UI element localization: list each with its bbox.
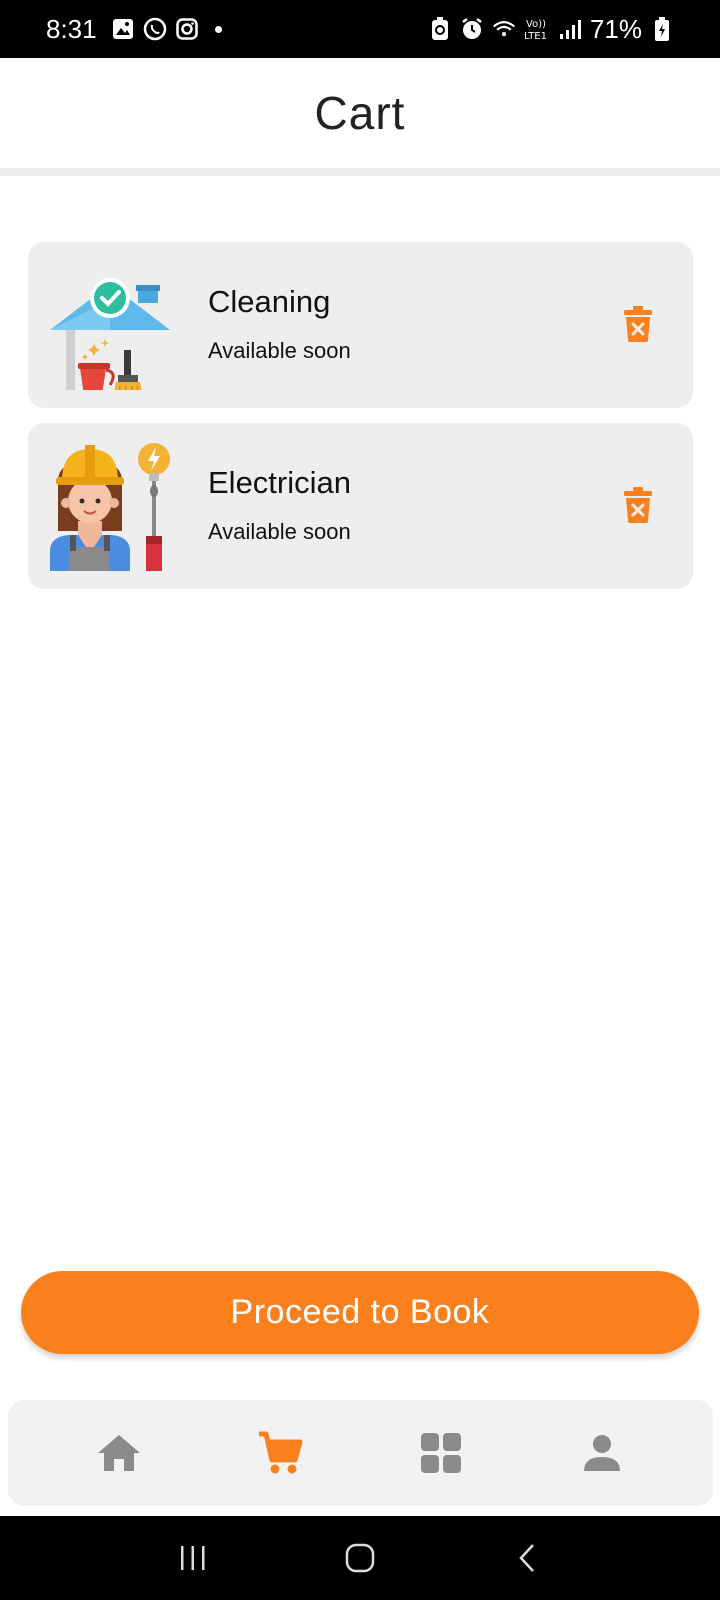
cart-item-electrician[interactable]: Electrician Available soon [28, 423, 693, 589]
nav-services[interactable] [411, 1423, 471, 1483]
cart-icon [258, 1431, 303, 1474]
proceed-to-book-button[interactable]: Proceed to Book [21, 1271, 699, 1354]
page-title: Cart [314, 87, 406, 139]
cleaning-illustration-icon [48, 260, 178, 402]
notification-dot-icon [214, 25, 222, 33]
electrician-illustration-icon [48, 441, 178, 574]
cart-item-title: Cleaning [208, 284, 331, 319]
instagram-icon [175, 17, 199, 41]
system-nav-bar [0, 1516, 720, 1600]
cart-list: Cleaning Available soon Electrician Avai… [28, 242, 693, 604]
trash-icon [624, 306, 652, 342]
status-bar: 8:31 Vo)) LTE1 71% [0, 0, 720, 58]
svg-text:LTE1: LTE1 [524, 31, 547, 41]
delete-cleaning-button[interactable] [623, 306, 653, 342]
back-icon [518, 1544, 534, 1572]
header-divider [0, 168, 720, 176]
signal-icon [558, 17, 582, 41]
battery-saver-icon [428, 17, 452, 41]
page-header: Cart [0, 58, 720, 168]
status-time: 8:31 [46, 13, 97, 44]
trash-icon [624, 487, 652, 523]
volte-icon: Vo)) LTE1 [524, 17, 550, 41]
wifi-icon [492, 17, 516, 41]
delete-electrician-button[interactable] [623, 487, 653, 523]
battery-percent: 71% [589, 13, 642, 44]
cart-item-status: Available soon [208, 519, 351, 544]
back-button[interactable] [507, 1538, 547, 1578]
bottom-nav [8, 1400, 713, 1506]
cart-item-cleaning[interactable]: Cleaning Available soon [28, 242, 693, 408]
nav-cart[interactable] [250, 1423, 310, 1483]
gallery-icon [111, 17, 135, 41]
home-circle-icon [345, 1543, 375, 1573]
profile-icon [584, 1435, 621, 1471]
grid-icon [421, 1433, 462, 1473]
alarm-icon [460, 17, 484, 41]
home-system-button[interactable] [340, 1538, 380, 1578]
whatsapp-icon [143, 17, 167, 41]
cart-item-title: Electrician [208, 465, 351, 500]
nav-home[interactable] [89, 1423, 149, 1483]
nav-profile[interactable] [572, 1423, 632, 1483]
battery-icon [650, 17, 674, 41]
svg-text:Vo)): Vo)) [526, 19, 546, 30]
recents-button[interactable] [173, 1538, 213, 1578]
recents-icon [181, 1546, 205, 1570]
home-icon [97, 1435, 140, 1471]
cart-item-status: Available soon [208, 338, 351, 363]
